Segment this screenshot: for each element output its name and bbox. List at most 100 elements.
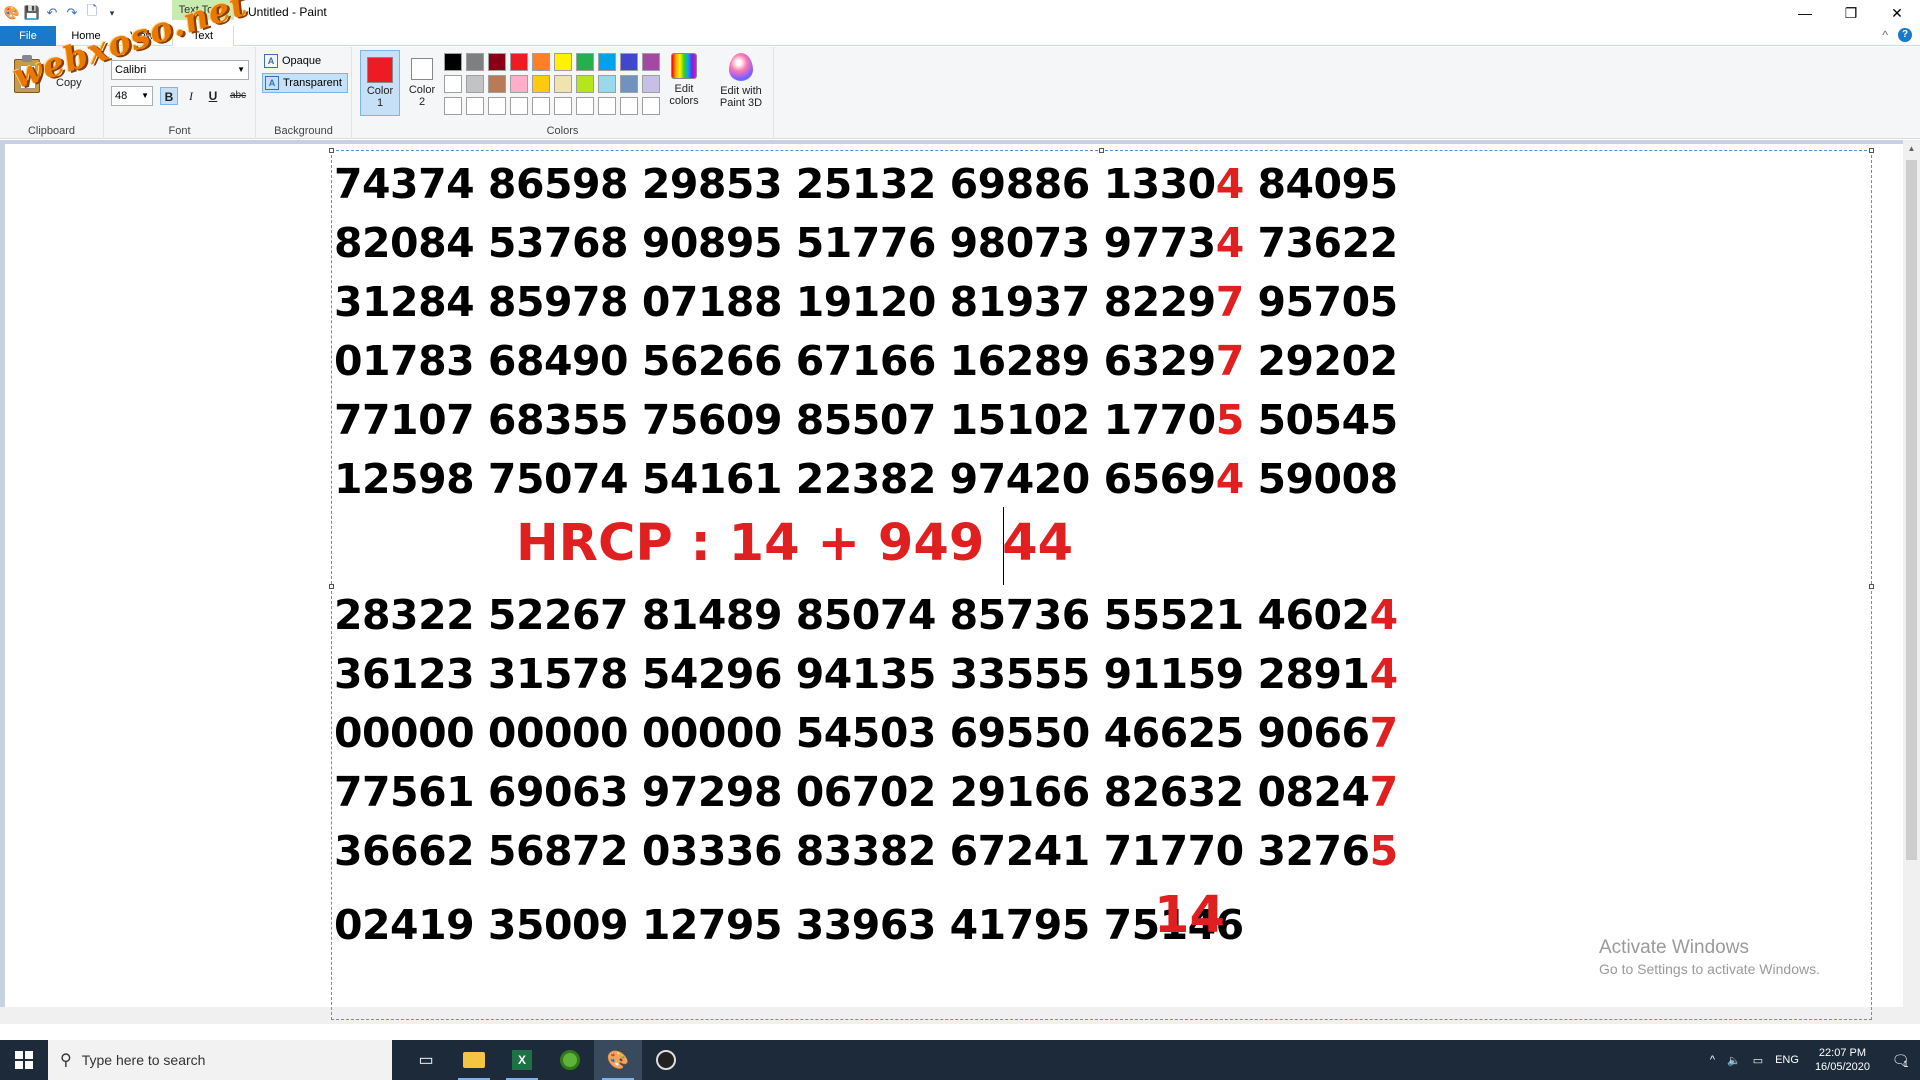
edit-with-paint3d-button[interactable]: Edit with Paint 3D — [714, 51, 768, 109]
opaque-label: Opaque — [282, 55, 322, 67]
palette-swatch[interactable] — [642, 97, 660, 115]
ribbon: Copy Clipboard Calibri ▼ 48 ▼ B I U abc … — [0, 0, 1920, 139]
palette-swatch[interactable] — [642, 53, 660, 71]
palette-swatch[interactable] — [532, 53, 550, 71]
palette-swatch[interactable] — [620, 53, 638, 71]
scroll-thumb[interactable] — [1906, 160, 1917, 860]
task-view-icon[interactable]: ▭ — [402, 1040, 450, 1080]
palette-swatch[interactable] — [554, 53, 572, 71]
taskbar-search[interactable]: ⚲ Type here to search — [48, 1040, 392, 1080]
activation-watermark: Activate Windows Go to Settings to activ… — [1599, 937, 1820, 977]
volume-icon[interactable]: 🔈 — [1721, 1054, 1747, 1067]
palette-swatch[interactable] — [510, 53, 528, 71]
palette-swatch[interactable] — [642, 75, 660, 93]
palette-swatch[interactable] — [444, 75, 462, 93]
customize-qat-icon[interactable]: ▾ — [104, 5, 120, 21]
palette-swatch[interactable] — [598, 97, 616, 115]
redo-icon[interactable]: ↷ — [64, 5, 80, 21]
colors-group-label: Colors — [546, 125, 579, 137]
new-file-icon[interactable]: 🗋 — [84, 3, 100, 21]
number-row: 36662 56872 03336 83382 67241 71770 3276… — [334, 827, 1398, 875]
highlight-digit: 5 — [1369, 827, 1399, 875]
maximize-button[interactable]: ❐ — [1828, 0, 1874, 26]
strikethrough-button[interactable]: abc — [226, 87, 250, 105]
underline-button[interactable]: U — [204, 87, 222, 105]
resize-handle[interactable] — [1869, 584, 1874, 589]
palette-swatch[interactable] — [466, 97, 484, 115]
palette-swatch[interactable] — [466, 53, 484, 71]
undo-icon[interactable]: ↶ — [44, 5, 60, 21]
row-digits: 82084 53768 90895 51776 98073 9773 — [334, 219, 1216, 267]
palette-swatch[interactable] — [444, 53, 462, 71]
palette-swatch[interactable] — [488, 75, 506, 93]
bold-button[interactable]: B — [160, 87, 178, 105]
paint-taskbar-icon[interactable]: 🎨 — [594, 1040, 642, 1080]
file-explorer-icon[interactable] — [450, 1040, 498, 1080]
palette-swatch[interactable] — [576, 75, 594, 93]
palette-swatch[interactable] — [510, 75, 528, 93]
font-group-label: Font — [168, 125, 191, 137]
palette-swatch[interactable] — [598, 53, 616, 71]
palette-swatch[interactable] — [576, 53, 594, 71]
tray-chevron-icon[interactable]: ^ — [1704, 1054, 1721, 1066]
palette-swatch[interactable] — [576, 97, 594, 115]
number-row: 31284 85978 07188 19120 81937 82297 9570… — [334, 278, 1398, 326]
highlight-digit: 4 — [1369, 591, 1399, 639]
resize-handle[interactable] — [1099, 148, 1104, 153]
font-family-select[interactable]: Calibri ▼ — [111, 60, 249, 80]
language-indicator[interactable]: ENG — [1769, 1054, 1805, 1066]
tab-file[interactable]: File — [0, 26, 56, 46]
font-size-select[interactable]: 48 ▼ — [111, 86, 153, 106]
palette-swatch[interactable] — [532, 97, 550, 115]
resize-handle[interactable] — [329, 584, 334, 589]
number-row: 77107 68355 75609 85507 15102 17705 5054… — [334, 396, 1398, 444]
taskbar: ⚲ Type here to search ▭ X 🎨 ^ 🔈 ▭ ENG 22… — [0, 1040, 1920, 1080]
palette-swatch[interactable] — [620, 75, 638, 93]
transparent-icon: A — [265, 76, 279, 90]
browser-icon[interactable] — [546, 1040, 594, 1080]
help-icon[interactable]: ? — [1898, 28, 1912, 42]
palette-swatch[interactable] — [620, 97, 638, 115]
row-digits: 77561 69063 97298 06702 29166 82632 0824 — [334, 768, 1370, 816]
palette-swatch[interactable] — [444, 97, 462, 115]
color2-swatch — [411, 58, 433, 80]
network-icon[interactable]: ▭ — [1747, 1054, 1769, 1067]
color2-number: 2 — [418, 96, 426, 108]
vertical-scrollbar[interactable]: ▲ — [1903, 140, 1920, 1024]
row-tail: 95705 — [1243, 278, 1398, 326]
palette-swatch[interactable] — [554, 75, 572, 93]
edit-colors-button[interactable]: Edit colors — [664, 51, 704, 107]
palette-swatch[interactable] — [532, 75, 550, 93]
palette-swatch[interactable] — [488, 97, 506, 115]
transparent-option[interactable]: A Transparent — [262, 73, 348, 93]
text-caret — [1003, 507, 1004, 585]
highlight-digit: 4 — [1369, 650, 1399, 698]
palette-swatch[interactable] — [554, 97, 572, 115]
obs-icon[interactable] — [642, 1040, 690, 1080]
paint-app-icon[interactable]: 🎨 — [4, 5, 20, 21]
minimize-button[interactable]: — — [1782, 0, 1828, 26]
close-button[interactable]: ✕ — [1874, 0, 1920, 26]
color1-selector[interactable]: Color 1 — [360, 50, 400, 116]
collapse-ribbon-icon[interactable]: ^ — [1882, 28, 1888, 42]
resize-handle[interactable] — [329, 148, 334, 153]
notification-center-icon[interactable]: 🗨 1 — [1880, 1040, 1920, 1080]
activation-subtitle: Go to Settings to activate Windows. — [1599, 961, 1820, 977]
row-digits: 00000 00000 00000 54503 69550 46625 9066 — [334, 709, 1370, 757]
palette-swatch[interactable] — [488, 53, 506, 71]
opaque-option[interactable]: A Opaque — [262, 51, 348, 71]
scroll-up-icon[interactable]: ▲ — [1903, 140, 1920, 157]
palette-swatch[interactable] — [466, 75, 484, 93]
resize-handle[interactable] — [1869, 148, 1874, 153]
excel-icon[interactable]: X — [498, 1040, 546, 1080]
clock[interactable]: 22:07 PM 16/05/2020 — [1805, 1046, 1880, 1074]
palette-swatch[interactable] — [510, 97, 528, 115]
italic-button[interactable]: I — [182, 87, 200, 105]
save-icon[interactable]: 💾 — [24, 5, 40, 21]
color2-selector[interactable]: Color 2 — [402, 50, 442, 116]
palette-swatch[interactable] — [598, 75, 616, 93]
color-spectrum-icon — [671, 53, 697, 79]
start-button[interactable] — [0, 1040, 48, 1080]
highlight-digit: 7 — [1215, 337, 1245, 385]
highlight-digit: 7 — [1369, 768, 1399, 816]
